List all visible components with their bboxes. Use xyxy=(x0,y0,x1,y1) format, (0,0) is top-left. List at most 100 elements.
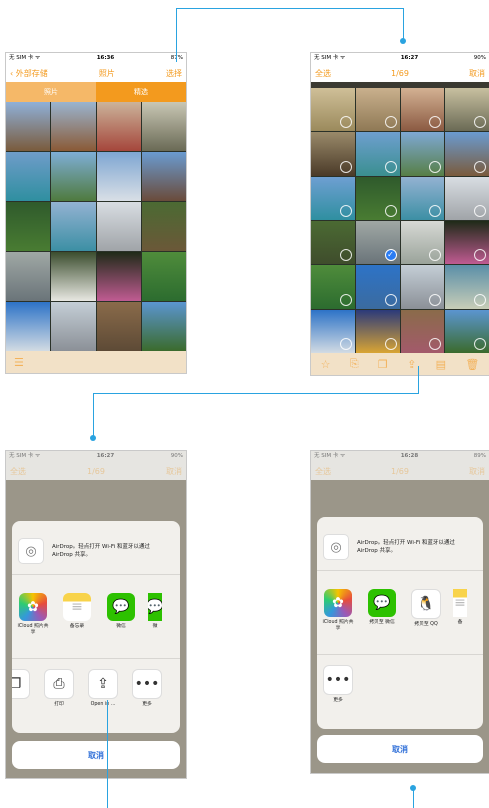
selection-circle[interactable] xyxy=(384,293,397,306)
segment-photos[interactable]: 照片 xyxy=(6,82,96,102)
copy-icon[interactable]: ❐ xyxy=(378,358,388,371)
photo-thumbnail[interactable] xyxy=(51,202,96,251)
photo-thumbnail[interactable] xyxy=(141,252,186,301)
share-app-icloud[interactable]: ✿ iCloud 照片共享 xyxy=(321,589,355,648)
airdrop-row[interactable]: ◎ AirDrop。轻点打开 Wi-Fi 和蓝牙以通过 AirDrop 共享。 xyxy=(12,521,180,575)
photo-thumbnail[interactable] xyxy=(311,265,355,309)
photo-thumbnail[interactable] xyxy=(355,265,400,309)
share-app-wechat[interactable]: 💬 拷贝至 微信 xyxy=(365,589,399,648)
cancel-button[interactable]: 取消 xyxy=(469,68,485,79)
photo-thumbnail[interactable] xyxy=(96,302,141,351)
photo-thumbnail[interactable] xyxy=(400,220,445,265)
photo-thumbnail[interactable] xyxy=(400,88,445,132)
photo-thumbnail[interactable] xyxy=(311,132,355,176)
cancel-button[interactable]: 取消 xyxy=(12,741,180,769)
album-icon[interactable]: ▤ xyxy=(436,358,446,371)
trash-icon[interactable]: 🗑 xyxy=(465,358,479,371)
photo-thumbnail[interactable]: ✓ xyxy=(355,220,400,265)
photo-thumbnail[interactable] xyxy=(400,132,445,176)
photo-thumbnail[interactable] xyxy=(6,202,51,251)
selection-circle[interactable] xyxy=(384,160,397,173)
segment-featured[interactable]: 精选 xyxy=(96,82,186,102)
photo-thumbnail[interactable] xyxy=(51,302,96,351)
photo-thumbnail[interactable] xyxy=(355,132,400,176)
photo-thumbnail[interactable] xyxy=(445,220,489,265)
selection-circle[interactable] xyxy=(339,249,352,262)
selection-circle[interactable] xyxy=(339,337,352,350)
photo-thumbnail[interactable] xyxy=(400,309,445,353)
selection-circle[interactable] xyxy=(339,293,352,306)
selection-circle[interactable] xyxy=(429,337,442,350)
photo-thumbnail[interactable] xyxy=(141,202,186,251)
selection-circle[interactable] xyxy=(474,337,486,350)
selection-circle[interactable] xyxy=(474,116,486,129)
photo-thumbnail[interactable] xyxy=(141,102,186,151)
photo-thumbnail[interactable] xyxy=(51,252,96,301)
share-app-notes-partial[interactable]: ≡ 备 xyxy=(453,589,467,648)
selection-circle[interactable] xyxy=(339,116,352,129)
selection-circle[interactable] xyxy=(339,160,352,173)
action-copy-partial[interactable]: ❐ xyxy=(12,669,32,727)
photo-thumbnail[interactable] xyxy=(311,309,355,353)
photo-thumbnail[interactable] xyxy=(141,302,186,351)
selection-circle[interactable] xyxy=(429,293,442,306)
photo-thumbnail[interactable] xyxy=(445,265,489,309)
action-print[interactable]: ⎙ 打印 xyxy=(42,669,76,727)
photo-thumbnail[interactable] xyxy=(355,176,400,220)
share-app-qq[interactable]: 🐧 拷贝至 QQ xyxy=(409,589,443,648)
back-button[interactable]: ‹ 外部存储 xyxy=(10,68,48,79)
photo-thumbnail[interactable] xyxy=(51,102,96,151)
photo-thumbnail[interactable] xyxy=(400,176,445,220)
photo-thumbnail[interactable] xyxy=(311,88,355,132)
status-bar: 无 SIM 卡 ᯤ 16:36 87% xyxy=(6,53,186,64)
selection-circle[interactable] xyxy=(429,160,442,173)
selection-circle[interactable] xyxy=(429,204,442,217)
action-more[interactable]: ••• 更多 xyxy=(321,665,355,723)
airdrop-row[interactable]: ◎ AirDrop。轻点打开 Wi-Fi 和蓝牙以通过 AirDrop 共享。 xyxy=(317,517,483,571)
selection-circle[interactable] xyxy=(384,204,397,217)
photo-thumbnail[interactable] xyxy=(445,176,489,220)
photo-thumbnail[interactable] xyxy=(96,252,141,301)
selection-circle[interactable] xyxy=(474,249,486,262)
photo-thumbnail[interactable] xyxy=(96,102,141,151)
photo-thumbnail[interactable] xyxy=(96,152,141,201)
photo-thumbnail[interactable] xyxy=(141,152,186,201)
share-app-notes[interactable]: ≡ 备忘录 xyxy=(60,593,94,652)
photo-thumbnail[interactable] xyxy=(6,152,51,201)
cancel-button[interactable]: 取消 xyxy=(317,735,483,763)
photo-thumbnail[interactable] xyxy=(96,202,141,251)
star-icon[interactable]: ☆ xyxy=(321,358,331,371)
select-all-button[interactable]: 全选 xyxy=(315,68,331,79)
share-app-wechat[interactable]: 💬 微信 xyxy=(104,593,138,652)
photo-thumbnail[interactable] xyxy=(355,309,400,353)
nav-bar: 全选 1/69 取消 xyxy=(6,462,186,480)
action-more[interactable]: ••• 更多 xyxy=(130,669,164,727)
action-open-in[interactable]: ⇪ Open in ... xyxy=(86,669,120,727)
selection-circle[interactable] xyxy=(384,116,397,129)
photo-thumbnail[interactable] xyxy=(445,88,489,132)
photo-thumbnail[interactable] xyxy=(445,132,489,176)
selection-circle[interactable] xyxy=(339,204,352,217)
selected-check-icon[interactable]: ✓ xyxy=(384,249,397,262)
export-icon[interactable]: ⎘ xyxy=(350,357,359,371)
selection-circle[interactable] xyxy=(474,204,486,217)
share-icon[interactable]: ⇪ xyxy=(407,358,416,371)
selection-circle[interactable] xyxy=(429,116,442,129)
selection-circle[interactable] xyxy=(429,249,442,262)
selection-circle[interactable] xyxy=(474,293,486,306)
photo-thumbnail[interactable] xyxy=(445,309,489,353)
photo-thumbnail[interactable] xyxy=(311,220,355,265)
share-app-wechat-partial[interactable]: 💬 微 xyxy=(148,593,162,652)
list-icon[interactable]: ☰ xyxy=(14,356,24,369)
photo-thumbnail[interactable] xyxy=(6,102,51,151)
photo-thumbnail[interactable] xyxy=(51,152,96,201)
photo-thumbnail[interactable] xyxy=(355,88,400,132)
select-button[interactable]: 选择 xyxy=(166,68,182,79)
share-app-icloud[interactable]: ✿ iCloud 照片共享 xyxy=(16,593,50,652)
selection-circle[interactable] xyxy=(474,160,486,173)
photo-thumbnail[interactable] xyxy=(6,252,51,301)
selection-circle[interactable] xyxy=(384,337,397,350)
photo-thumbnail[interactable] xyxy=(311,176,355,220)
photo-thumbnail[interactable] xyxy=(400,265,445,309)
photo-thumbnail[interactable] xyxy=(6,302,51,351)
